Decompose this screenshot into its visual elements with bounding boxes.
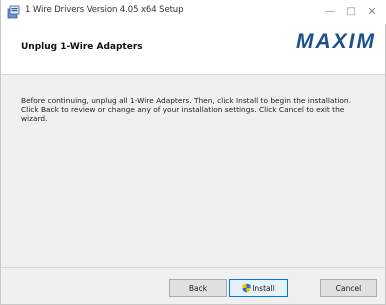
window-title: 1 Wire Drivers Version 4.05 x64 Setup bbox=[25, 5, 184, 15]
page-title: Unplug 1-Wire Adapters bbox=[21, 42, 143, 52]
wizard-header: Unplug 1-Wire Adapters MAXIM bbox=[1, 24, 385, 75]
install-button-label: Install bbox=[252, 284, 275, 293]
cancel-button[interactable]: Cancel bbox=[320, 279, 377, 297]
wizard-content: Before continuing, unplug all 1-Wire Ada… bbox=[1, 75, 385, 267]
maximize-button[interactable]: □ bbox=[344, 6, 358, 18]
maxim-logo: MAXIM bbox=[296, 30, 376, 51]
title-bar[interactable]: 1 Wire Drivers Version 4.05 x64 Setup — … bbox=[1, 0, 386, 24]
install-button[interactable]: Install bbox=[229, 279, 288, 297]
close-button[interactable]: ✕ bbox=[365, 6, 379, 18]
instruction-text: Before continuing, unplug all 1-Wire Ada… bbox=[21, 96, 351, 124]
logo-text: MAXIM bbox=[296, 30, 376, 51]
setup-window: 1 Wire Drivers Version 4.05 x64 Setup — … bbox=[0, 0, 386, 305]
wizard-footer: Back Install Cancel bbox=[1, 268, 385, 304]
minimize-button[interactable]: — bbox=[323, 6, 337, 18]
uac-shield-icon bbox=[242, 283, 251, 293]
installer-app-icon bbox=[7, 5, 20, 19]
back-button[interactable]: Back bbox=[169, 279, 227, 297]
